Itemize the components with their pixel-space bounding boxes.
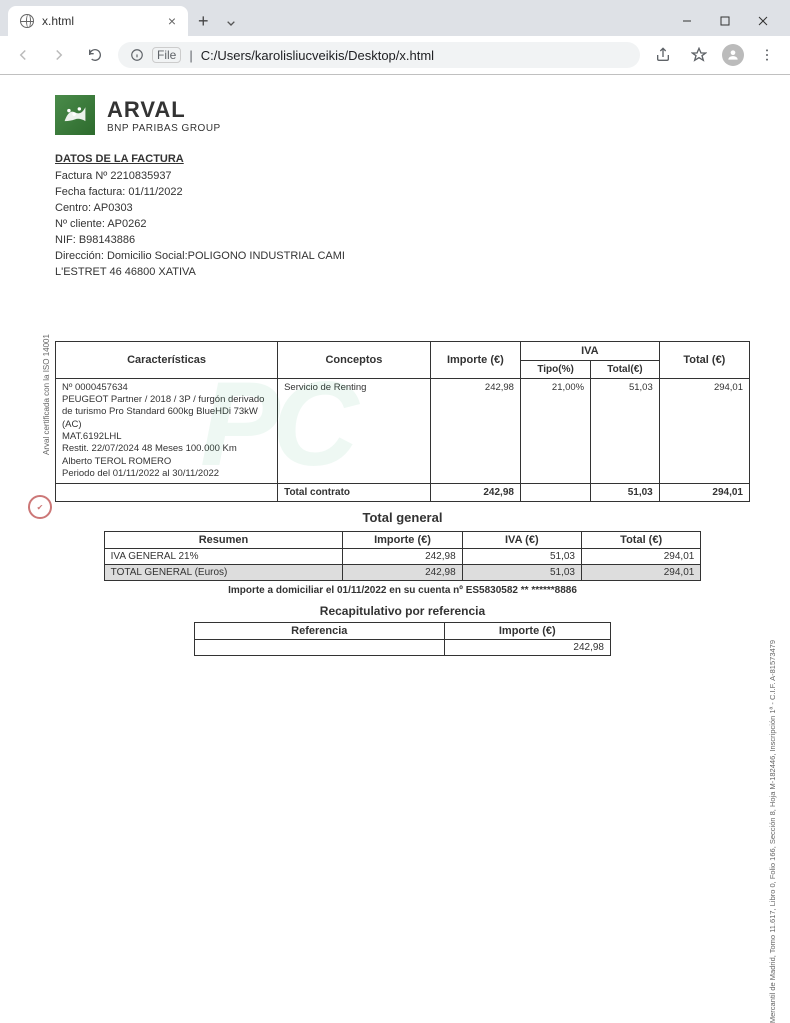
url-scheme: File: [152, 47, 181, 63]
menu-icon[interactable]: [754, 42, 780, 68]
th-iva-total: Total(€): [591, 360, 660, 378]
bnp-logo-icon: [55, 95, 95, 135]
reload-button[interactable]: [82, 42, 108, 68]
summary-table: Resumen Importe (€) IVA (€) Total (€) IV…: [104, 531, 702, 581]
forward-button[interactable]: [46, 42, 72, 68]
invoice-section-title: DATOS DE LA FACTURA: [55, 153, 750, 165]
th-importe: Importe (€): [430, 341, 520, 378]
window-controls: [668, 6, 782, 36]
table-row: Nº 0000457634 PEUGEOT Partner / 2018 / 3…: [56, 378, 750, 484]
ref-row: 242,98: [195, 640, 611, 656]
th-total: Total (€): [659, 341, 749, 378]
logo-row: ARVAL BNP PARIBAS GROUP: [55, 95, 750, 135]
url-box[interactable]: File | C:/Users/karolisliucveikis/Deskto…: [118, 42, 640, 68]
tab-title: x.html: [42, 14, 74, 28]
iso-badge-icon: ✔: [28, 495, 52, 519]
minimize-button[interactable]: [668, 6, 706, 36]
reference-table: Referencia Importe (€) 242,98: [194, 622, 611, 656]
th-iva: IVA: [520, 341, 659, 360]
document-content: PC ARVAL BNP PARIBAS GROUP DATOS DE LA F…: [0, 75, 790, 656]
new-tab-button[interactable]: +: [188, 7, 219, 36]
back-button[interactable]: [10, 42, 36, 68]
info-icon: [130, 48, 144, 62]
browser-chrome: x.html × + File | C:/Users/karolisliucve…: [0, 0, 790, 75]
th-referencia: Referencia: [195, 623, 445, 640]
invoice-table: Características Conceptos Importe (€) IV…: [55, 341, 750, 503]
tab-search-icon[interactable]: [219, 15, 243, 36]
th-resumen: Resumen: [104, 532, 343, 549]
brand-name: ARVAL: [107, 97, 221, 123]
address-bar: File | C:/Users/karolisliucveikis/Deskto…: [0, 36, 790, 74]
side-text-right: Mercantil de Madrid, Tomo 11.617, Libro …: [768, 640, 777, 1023]
share-icon[interactable]: [650, 42, 676, 68]
th-caracteristicas: Características: [56, 341, 278, 378]
summary-row: IVA GENERAL 21% 242,98 51,03 294,01: [104, 549, 701, 565]
table-total-row: Total contrato 242,98 51,03 294,01: [56, 484, 750, 502]
url-path: C:/Users/karolisliucveikis/Desktop/x.htm…: [201, 48, 434, 63]
browser-tab[interactable]: x.html ×: [8, 6, 188, 36]
th-s-total: Total (€): [581, 532, 700, 549]
summary-row: TOTAL GENERAL (Euros) 242,98 51,03 294,0…: [104, 565, 701, 581]
th-s-iva: IVA (€): [462, 532, 581, 549]
side-text-left: Arval certificada con la ISO 14001: [42, 334, 51, 455]
close-tab-icon[interactable]: ×: [168, 13, 176, 29]
brand-subtitle: BNP PARIBAS GROUP: [107, 123, 221, 134]
bookmark-icon[interactable]: [686, 42, 712, 68]
close-window-button[interactable]: [744, 6, 782, 36]
invoice-details: Factura Nº 2210835937 Fecha factura: 01/…: [55, 169, 750, 281]
maximize-button[interactable]: [706, 6, 744, 36]
total-general-title: Total general: [55, 510, 750, 525]
footer-note: Importe a domiciliar el 01/11/2022 en su…: [55, 585, 750, 596]
globe-icon: [20, 14, 34, 28]
tab-bar: x.html × +: [0, 0, 790, 36]
th-r-importe: Importe (€): [444, 623, 610, 640]
th-conceptos: Conceptos: [278, 341, 431, 378]
logo-text: ARVAL BNP PARIBAS GROUP: [107, 97, 221, 134]
th-iva-tipo: Tipo(%): [520, 360, 590, 378]
profile-avatar[interactable]: [722, 44, 744, 66]
recap-title: Recapitulativo por referencia: [55, 604, 750, 618]
th-s-importe: Importe (€): [343, 532, 462, 549]
